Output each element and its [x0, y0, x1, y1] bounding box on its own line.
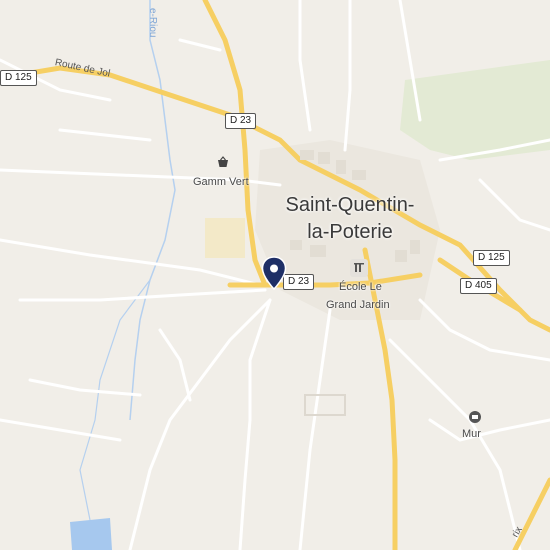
map-view[interactable]: Route de Jol e-Riou D 125 D 23 D 23 D 12… — [0, 0, 550, 550]
landmark-icon[interactable] — [468, 410, 482, 424]
road-southeast — [512, 477, 550, 550]
poi-label-school-line2[interactable]: Grand Jardin — [326, 299, 390, 311]
stream-name-riou: e-Riou — [147, 8, 158, 38]
poi-label-garden-center[interactable]: Gamm Vert — [193, 176, 249, 188]
town-label-line2: la-Poterie — [307, 221, 393, 243]
road-shield-d23: D 23 — [283, 274, 315, 290]
location-pin-icon[interactable] — [261, 256, 287, 290]
water-pond — [70, 518, 112, 550]
stream-line — [129, 0, 176, 421]
road-shield-d125: D 125 — [0, 70, 37, 86]
road-shield-d23: D 23 — [225, 113, 257, 129]
road-shield-d405: D 405 — [460, 278, 497, 294]
shopping-basket-icon[interactable] — [217, 156, 229, 168]
town-label: Saint-Quentin- la-Poterie — [280, 192, 420, 246]
poi-label-school-line1[interactable]: École Le — [339, 281, 382, 293]
school-icon[interactable] — [350, 259, 368, 277]
town-label-line1: Saint-Quentin- — [285, 194, 415, 216]
road-shield-d125: D 125 — [473, 250, 510, 266]
poi-label-mur[interactable]: Mur — [462, 428, 481, 440]
